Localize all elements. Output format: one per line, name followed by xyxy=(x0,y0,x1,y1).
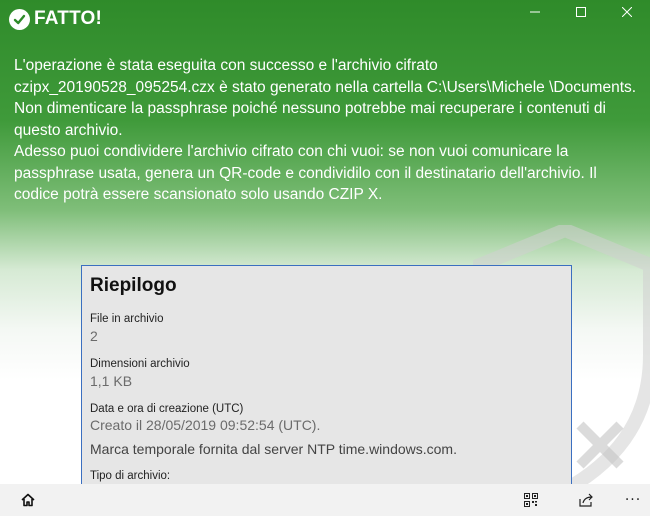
page-title: FATTO! xyxy=(34,8,103,29)
type-label: Tipo di archivio: xyxy=(90,470,171,482)
home-button[interactable] xyxy=(8,484,48,516)
qr-code-icon xyxy=(524,493,538,507)
files-label: File in archivio xyxy=(90,313,164,325)
message-passphrase-warning: Non dimenticare la passphrase poiché nes… xyxy=(14,100,606,139)
home-icon xyxy=(21,493,35,507)
app-window: FATTO! L'operazione è stata eseguita con… xyxy=(0,0,650,516)
share-button[interactable] xyxy=(566,484,606,516)
summary-panel[interactable]: Riepilogo File in archivio 2 Dimensioni … xyxy=(81,265,572,485)
close-icon xyxy=(622,7,632,17)
date-label: Data e ora di creazione (UTC) xyxy=(90,403,244,415)
size-value: 1,1 KB xyxy=(90,373,133,389)
minimize-icon xyxy=(530,11,540,13)
files-value: 2 xyxy=(90,328,98,344)
qr-code-button[interactable] xyxy=(511,484,551,516)
window-controls xyxy=(512,0,650,24)
check-circle-icon xyxy=(9,8,30,30)
share-icon xyxy=(579,493,593,507)
message-success: L'operazione è stata eseguita con succes… xyxy=(14,57,637,96)
timestamp-note: Marca temporale fornita dal server NTP t… xyxy=(90,441,457,457)
message-share-hint: Adesso puoi condividere l'archivio cifra… xyxy=(14,143,597,203)
more-options-button[interactable]: ··· xyxy=(613,484,650,516)
title-group: FATTO! xyxy=(9,7,102,31)
date-value: Creato il 28/05/2019 09:52:54 (UTC). xyxy=(90,417,321,433)
close-button[interactable] xyxy=(604,0,650,24)
minimize-button[interactable] xyxy=(512,0,558,24)
maximize-icon xyxy=(576,7,586,17)
maximize-button[interactable] xyxy=(558,0,604,24)
result-message: L'operazione è stata eseguita con succes… xyxy=(14,55,639,206)
command-bar: ··· xyxy=(0,484,650,516)
size-label: Dimensioni archivio xyxy=(90,358,190,370)
title-bar: FATTO! xyxy=(0,0,650,36)
summary-title: Riepilogo xyxy=(90,275,177,296)
